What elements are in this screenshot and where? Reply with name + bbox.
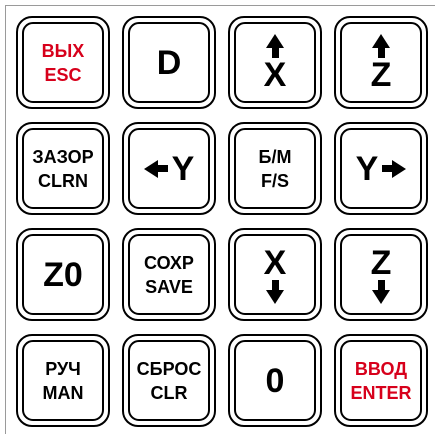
save-label-en: SAVE: [145, 276, 193, 297]
arrow-down-icon: [266, 279, 284, 304]
esc-label-en: ESC: [44, 64, 82, 85]
arrow-left-icon: [143, 159, 168, 178]
save-button[interactable]: СОХР SAVE: [122, 228, 216, 321]
arrow-up-icon: [372, 33, 390, 58]
enter-label-ru: ВВОД: [354, 358, 408, 379]
z-up-button[interactable]: Z: [334, 16, 428, 109]
y-left-label: Y: [171, 149, 195, 188]
man-label-ru: РУЧ: [45, 358, 81, 379]
enter-label-en: ENTER: [350, 382, 412, 403]
esc-label-ru: ВЫХ: [41, 40, 85, 61]
x-up-label: X: [263, 55, 287, 94]
z-up-label: Z: [370, 55, 392, 94]
x-down-button[interactable]: X: [228, 228, 322, 321]
d-button[interactable]: D: [122, 16, 216, 109]
man-label-en: MAN: [42, 382, 84, 403]
y-left-button[interactable]: Y: [122, 122, 216, 215]
z-down-label: Z: [370, 243, 392, 282]
feed-speed-button[interactable]: Б/М F/S: [228, 122, 322, 215]
y-right-label: Y: [355, 149, 379, 188]
fs-label-en: F/S: [260, 170, 289, 191]
x-up-button[interactable]: X: [228, 16, 322, 109]
arrow-up-icon: [266, 33, 284, 58]
fs-label-ru: Б/М: [258, 146, 292, 167]
y-right-button[interactable]: Y: [334, 122, 428, 215]
z0-button[interactable]: Z0: [16, 228, 110, 321]
arrow-right-icon: [382, 159, 407, 178]
arrow-down-icon: [372, 279, 390, 304]
zero-button[interactable]: 0: [228, 334, 322, 427]
clear-button[interactable]: СБРОС CLR: [122, 334, 216, 427]
keypad: ВЫХ ESC D X Z ЗАЗОР CLRN Y Б/М F/S Y Z0 …: [5, 5, 435, 434]
z-down-button[interactable]: Z: [334, 228, 428, 321]
zero-label: 0: [265, 361, 285, 400]
save-label-ru: СОХР: [144, 252, 194, 273]
d-label: D: [156, 43, 182, 82]
clr-label-en: CLR: [150, 382, 188, 403]
enter-button[interactable]: ВВОД ENTER: [334, 334, 428, 427]
esc-button[interactable]: ВЫХ ESC: [16, 16, 110, 109]
z0-label: Z0: [43, 255, 83, 294]
clr-label-ru: СБРОС: [136, 358, 202, 379]
clrn-button[interactable]: ЗАЗОР CLRN: [16, 122, 110, 215]
clrn-label-ru: ЗАЗОР: [32, 146, 94, 167]
man-button[interactable]: РУЧ MAN: [16, 334, 110, 427]
x-down-label: X: [263, 243, 287, 282]
clrn-label-en: CLRN: [38, 170, 88, 191]
